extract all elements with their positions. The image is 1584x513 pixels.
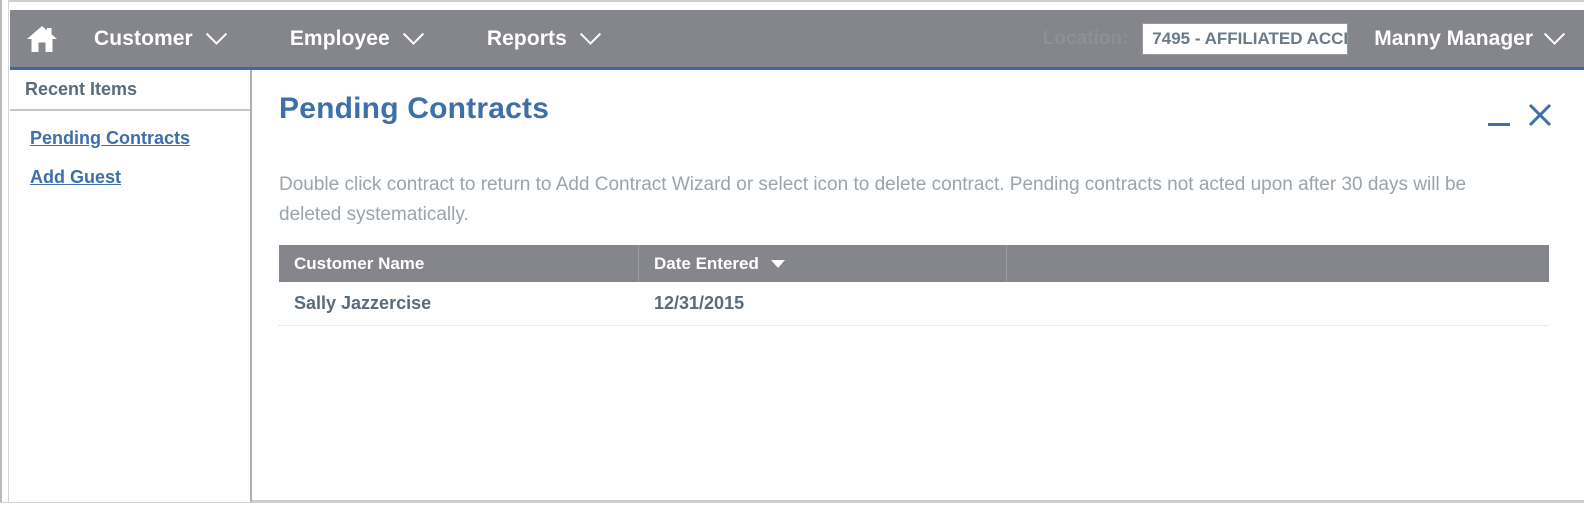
sidebar-item-label: Pending Contracts — [30, 128, 191, 148]
column-header-label: Customer Name — [294, 253, 425, 273]
home-button[interactable] — [10, 10, 74, 67]
location-input-value: 7495 - AFFILIATED ACCEP — [1152, 28, 1349, 48]
cell-customer-name: Sally Jazzercise — [294, 293, 432, 313]
recent-items-sidebar: Recent Items Pending Contracts Add Guest — [10, 70, 252, 502]
window-top-edge — [0, 0, 1584, 10]
sidebar-header-label: Recent Items — [25, 79, 138, 99]
nav-menu-employee-label: Employee — [289, 26, 390, 50]
sidebar-header: Recent Items — [10, 70, 250, 111]
navbar-right-group: Location: 7495 - AFFILIATED ACCEP Manny … — [1043, 10, 1584, 67]
panel-description: Double click contract to return to Add C… — [279, 174, 1467, 225]
column-header-customer-name[interactable]: Customer Name — [279, 245, 639, 282]
sidebar-item-label: Add Guest — [30, 167, 122, 187]
nav-menu-customer[interactable]: Customer — [74, 10, 244, 67]
column-header-actions[interactable] — [1007, 245, 1549, 282]
window-left-edge — [0, 0, 9, 513]
chevron-down-icon — [205, 23, 227, 45]
top-navigation-bar: Customer Employee Reports Location: 7495… — [10, 10, 1584, 70]
nav-menu-employee[interactable]: Employee — [270, 10, 441, 67]
user-menu[interactable]: Manny Manager — [1374, 23, 1566, 51]
pending-contracts-table: Customer Name Date Entered Sally Jazzerc… — [279, 245, 1549, 326]
cell-date-entered: 12/31/2015 — [654, 293, 745, 313]
sidebar-item-pending-contracts[interactable]: Pending Contracts — [10, 119, 250, 158]
table-header-row: Customer Name Date Entered — [279, 245, 1549, 282]
table-row[interactable]: Sally Jazzercise 12/31/2015 — [279, 282, 1549, 326]
close-icon — [1527, 102, 1553, 133]
location-input[interactable]: 7495 - AFFILIATED ACCEP — [1142, 22, 1349, 55]
location-label: Location: — [1042, 27, 1129, 49]
close-button[interactable] — [1527, 102, 1553, 133]
nav-menu-customer-label: Customer — [94, 26, 193, 50]
column-header-label: Date Entered — [654, 253, 759, 273]
application-window: Customer Employee Reports Location: 7495… — [0, 0, 1584, 513]
user-menu-label: Manny Manager — [1374, 26, 1533, 50]
home-icon — [26, 24, 58, 54]
panel-window-controls — [1487, 102, 1553, 133]
sidebar-list: Pending Contracts Add Guest — [10, 111, 250, 197]
column-header-date-entered[interactable]: Date Entered — [639, 245, 1007, 282]
nav-menu-reports[interactable]: Reports — [467, 10, 618, 67]
chevron-down-icon — [579, 23, 601, 45]
sort-descending-icon — [770, 259, 785, 268]
window-bottom-edge — [0, 502, 1584, 513]
chevron-down-icon — [1543, 23, 1566, 45]
page-title: Pending Contracts — [279, 92, 550, 125]
nav-menu-reports-label: Reports — [486, 26, 567, 50]
main-content-panel: Pending Contracts Double click contract … — [252, 70, 1584, 502]
minimize-button[interactable] — [1487, 106, 1511, 130]
chevron-down-icon — [402, 23, 424, 45]
sidebar-item-add-guest[interactable]: Add Guest — [10, 158, 250, 197]
minimize-icon — [1488, 122, 1510, 126]
